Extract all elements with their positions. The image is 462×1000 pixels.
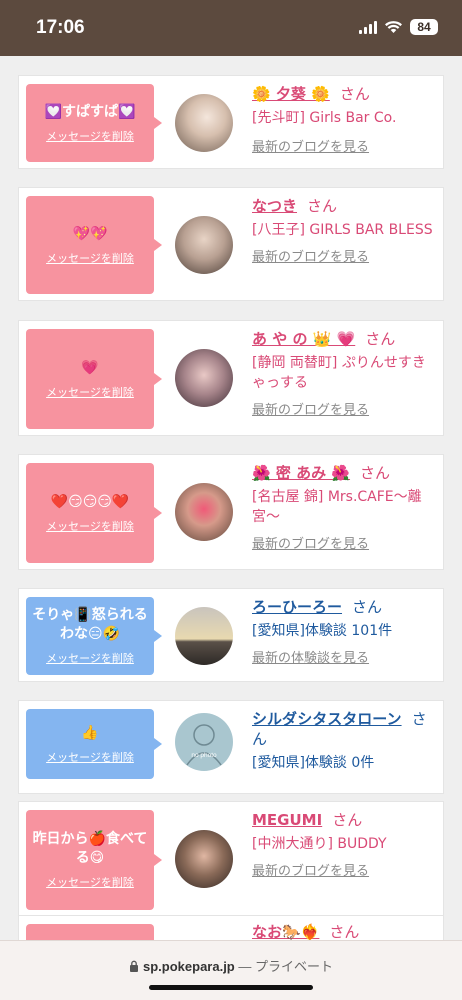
message-text: 昨日から🍎食べてる😋 [32,831,148,866]
honorific: さん [332,811,363,829]
shop-link[interactable]: [八王子] GIRLS BAR BLESS [252,220,435,240]
message-text: 💟すぱすぱ💟 [44,103,136,120]
user-name-link[interactable]: あ や の 👑 💗 [252,330,355,348]
signal-icon [359,20,377,34]
user-name-link[interactable]: 🌺 密 あみ 🌺 [252,464,350,482]
name-line: 🌼 夕葵 🌼 さん [252,84,435,104]
browser-address-bar[interactable]: sp.pokepara.jp — プライベート [0,940,462,1000]
shop-link[interactable]: [名古屋 錦] Mrs.CAFE〜離宮〜 [252,487,435,527]
message-list[interactable]: 💟すぱすぱ💟 メッセージを削除 🌼 夕葵 🌼 さん [先斗町] Girls Bar… [0,56,462,940]
name-line: MEGUMI さん [252,810,435,830]
name-line: なお🐎❤️‍🔥 さん [252,922,435,940]
user-silhouette-icon: no photo [186,724,222,766]
message-bubble: そりゃ📳怒られるわな😑🤣 メッセージを削除 [26,597,162,675]
honorific: さん [360,464,391,482]
latest-blog-link[interactable]: 最新のブログを見る [252,246,435,265]
message-bubble: 💟すぱすぱ💟 メッセージを削除 [26,84,162,162]
delete-message-link[interactable]: メッセージを削除 [46,250,134,266]
user-name-link[interactable]: シルダシタスタローン [252,710,402,728]
avatar[interactable] [175,830,233,888]
user-name-link[interactable]: なつき [252,197,297,215]
list-item: 💖💖 メッセージを削除 なつき さん [八王子] GIRLS BAR BLESS … [18,187,444,301]
list-item: 💗 メッセージを削除 あ や の 👑 💗 さん [静岡 両替町] ぷりんせすきゃっ… [18,320,444,436]
message-text: 💖💖 [72,225,108,242]
message-bubble: ❤️😏😏😏❤️ メッセージを削除 [26,463,162,563]
latest-blog-link[interactable]: 最新のブログを見る [252,860,435,879]
message-bubble: 昨日から🍎食べてる😋 メッセージを削除 [26,810,162,910]
message-text: ❤️😏😏😏❤️ [50,493,130,510]
list-item: なお🐎❤️‍🔥 さん [18,915,444,940]
no-photo-label: no photo [191,752,217,759]
delete-message-link[interactable]: メッセージを削除 [46,128,134,144]
message-text: 💗 [81,359,99,376]
status-bar: 17:06 84 [0,0,462,56]
latest-blog-link[interactable]: 最新のブログを見る [252,136,435,155]
name-line: あ や の 👑 💗 さん [252,329,435,349]
shop-link[interactable]: [静岡 両替町] ぷりんせすきゃっする [252,353,435,393]
home-indicator[interactable] [149,985,313,990]
list-item: ❤️😏😏😏❤️ メッセージを削除 🌺 密 あみ 🌺 さん [名古屋 錦] Mrs.… [18,454,444,570]
list-item: 💟すぱすぱ💟 メッセージを削除 🌼 夕葵 🌼 さん [先斗町] Girls Bar… [18,75,444,169]
name-line: なつき さん [252,196,435,216]
list-item: そりゃ📳怒られるわな😑🤣 メッセージを削除 ろーひーろー さん [愛知県]体験談 … [18,588,444,682]
message-bubble: 👍 メッセージを削除 [26,709,162,779]
avatar[interactable] [175,349,233,407]
message-bubble: 💖💖 メッセージを削除 [26,196,162,294]
avatar[interactable] [175,216,233,274]
honorific: さん [329,923,360,940]
list-item: 昨日から🍎食べてる😋 メッセージを削除 MEGUMI さん [中洲大通り] BUD… [18,801,444,917]
delete-message-link[interactable]: メッセージを削除 [46,749,134,765]
latest-blog-link[interactable]: 最新のブログを見る [252,399,435,418]
user-name-link[interactable]: 🌼 夕葵 🌼 [252,85,330,103]
name-line: シルダシタスタローン さん [252,709,435,749]
name-line: 🌺 密 あみ 🌺 さん [252,463,435,483]
wifi-icon [385,20,402,33]
lock-icon [130,960,138,972]
honorific: さん [339,85,370,103]
honorific: さん [352,598,383,616]
user-name-link[interactable]: なお🐎❤️‍🔥 [252,923,319,940]
shop-link[interactable]: [先斗町] Girls Bar Co. [252,108,435,128]
latest-blog-link[interactable]: 最新のブログを見る [252,533,435,552]
shop-link[interactable]: [愛知県]体験談 0件 [252,753,435,773]
message-bubble [26,924,154,940]
name-line: ろーひーろー さん [252,597,435,617]
message-text: 👍 [81,724,99,741]
shop-link[interactable]: [中洲大通り] BUDDY [252,834,435,854]
avatar[interactable] [175,607,233,665]
user-name-link[interactable]: MEGUMI [252,811,322,829]
delete-message-link[interactable]: メッセージを削除 [46,874,134,890]
message-bubble: 💗 メッセージを削除 [26,329,162,429]
status-icons: 84 [359,19,438,35]
honorific: さん [365,330,396,348]
honorific: さん [307,197,338,215]
delete-message-link[interactable]: メッセージを削除 [46,650,134,666]
status-time: 17:06 [36,17,85,38]
delete-message-link[interactable]: メッセージを削除 [46,518,134,534]
avatar[interactable]: no photo [175,713,233,771]
user-name-link[interactable]: ろーひーろー [252,598,342,616]
delete-message-link[interactable]: メッセージを削除 [46,384,134,400]
url-domain: sp.pokepara.jp [143,959,235,974]
address-url[interactable]: sp.pokepara.jp — プライベート [0,956,462,975]
latest-experience-link[interactable]: 最新の体験談を見る [252,647,435,666]
message-text: そりゃ📳怒られるわな😑🤣 [32,607,148,642]
list-item: 👍 メッセージを削除 no photo シルダシタスタローン さん [愛知県]体験… [18,700,444,794]
avatar[interactable] [175,483,233,541]
battery-icon: 84 [410,19,438,35]
shop-link[interactable]: [愛知県]体験談 101件 [252,621,435,641]
avatar[interactable] [175,94,233,152]
private-label: — プライベート [238,959,333,974]
